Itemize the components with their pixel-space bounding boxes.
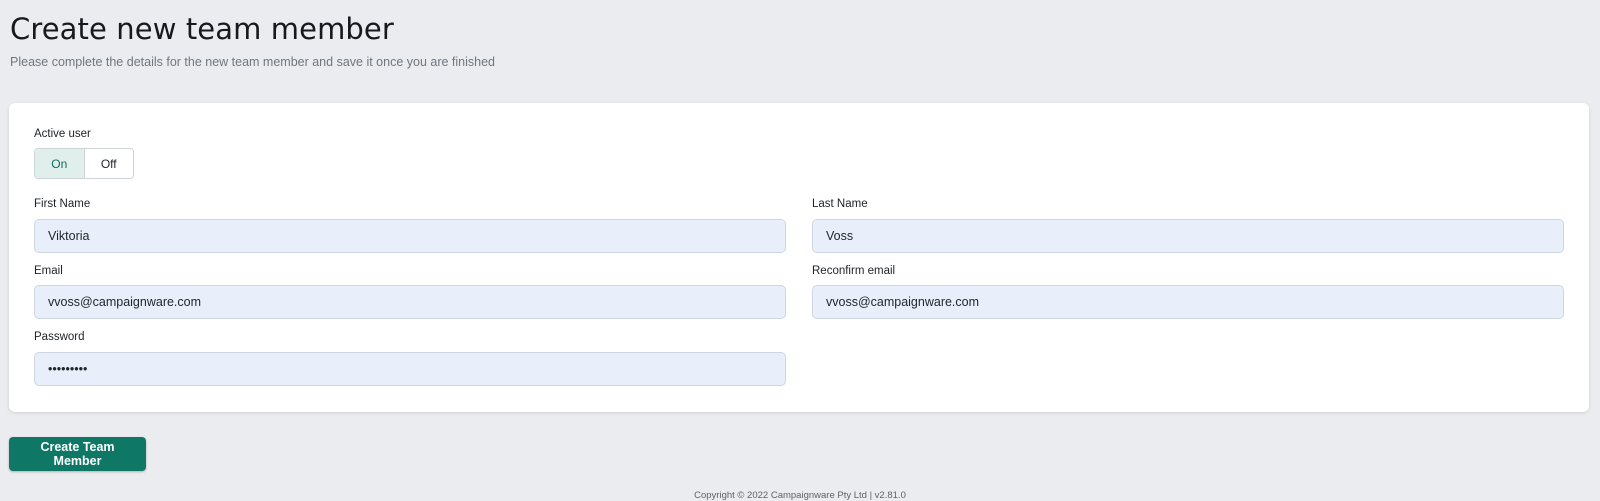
reconfirm-email-field[interactable]	[812, 285, 1564, 319]
password-field[interactable]	[34, 352, 786, 386]
reconfirm-email-label: Reconfirm email	[812, 265, 896, 277]
toggle-on-option[interactable]: On	[35, 149, 85, 178]
active-user-toggle: On Off	[34, 148, 134, 179]
page-subtitle: Please complete the details for the new …	[10, 55, 495, 69]
first-name-label: First Name	[34, 198, 91, 210]
password-label: Password	[34, 331, 85, 343]
toggle-off-option[interactable]: Off	[84, 149, 133, 178]
email-label: Email	[34, 265, 63, 277]
form-card: Active user On Off First Name Last Name …	[9, 103, 1589, 412]
create-team-member-button[interactable]: Create Team Member	[9, 437, 146, 471]
footer-copyright: Copyright © 2022 Campaignware Pty Ltd | …	[694, 490, 906, 501]
page-title: Create new team member	[10, 12, 394, 46]
active-user-label: Active user	[34, 128, 91, 140]
last-name-label: Last Name	[812, 198, 868, 210]
first-name-field[interactable]	[34, 219, 786, 253]
page-header: Create new team member Please complete t…	[10, 12, 495, 69]
last-name-field[interactable]	[812, 219, 1564, 253]
email-field[interactable]	[34, 285, 786, 319]
